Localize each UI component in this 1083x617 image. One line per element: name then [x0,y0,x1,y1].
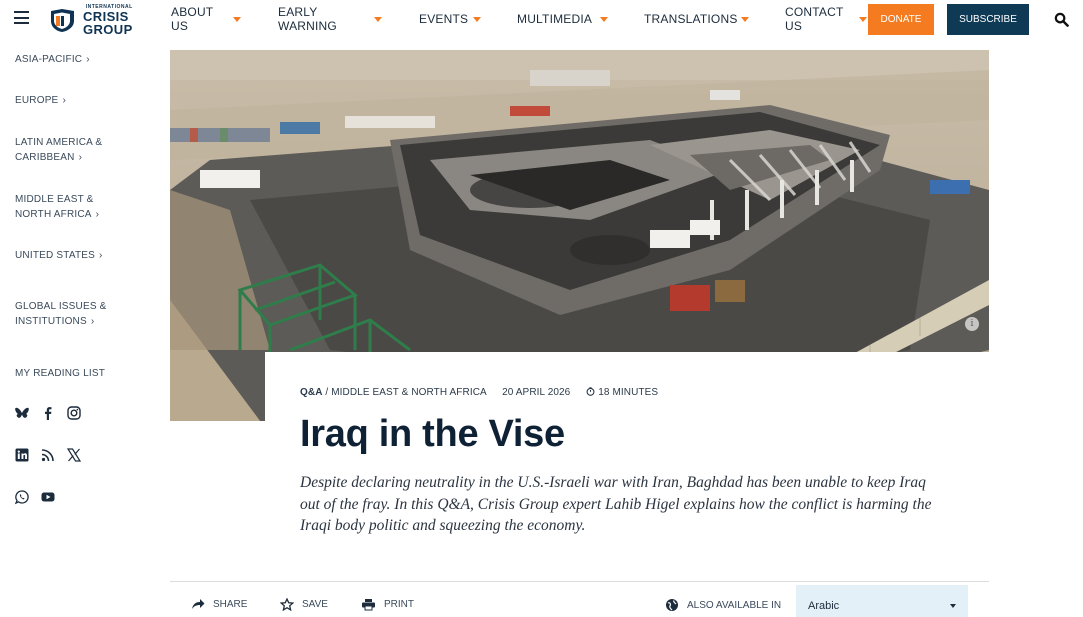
nav-multimedia-line1: MULTIMEDIA [517,12,593,26]
logo-wordmark: INTERNATIONAL CRISIS GROUP [83,4,133,37]
globe-icon [666,599,678,611]
nav-contact-us-line2: US [785,19,803,33]
nav-early-warning-line2: WARNING [278,19,337,33]
sidebar-item-label: EUROPE [15,95,59,106]
menu-icon[interactable] [14,11,29,24]
rss-icon[interactable] [40,447,56,463]
clock-icon [586,387,595,396]
my-reading-list-link[interactable]: MY READING LIST [15,366,105,381]
article-meta: Q&A / MIDDLE EAST & NORTH AFRICA 20 APRI… [300,387,658,398]
logo-line2: GROUP [83,21,133,37]
language-select[interactable]: Arabic [796,585,968,617]
sidebar-item-global-issues[interactable]: GLOBAL ISSUES & INSTITUTIONS › [15,299,107,329]
print-label: PRINT [384,599,414,610]
x-icon[interactable] [66,447,82,463]
sidebar-item-asia-pacific[interactable]: ASIA-PACIFIC › [15,52,90,67]
chevron-right-icon: › [90,316,95,327]
nav-contact-us[interactable]: CONTACT US [785,5,844,33]
sidebar-item-label: MIDDLE EAST & [15,194,94,205]
chevron-down-icon[interactable] [233,17,241,22]
nav-multimedia[interactable]: MULTIMEDIA [517,12,592,26]
language-selected-value: Arabic [808,600,840,612]
site-header: INTERNATIONAL CRISIS GROUP ABOUT US EARL… [0,0,1083,40]
chevron-right-icon: › [99,250,103,261]
also-available-text: ALSO AVAILABLE IN [687,599,782,611]
sidebar-item-label: UNITED STATES [15,250,96,261]
sidebar-item-label: GLOBAL ISSUES & [15,301,107,312]
read-time: 18 MINUTES [586,387,658,398]
article-date: 20 APRIL 2026 [502,387,571,398]
article-region[interactable]: MIDDLE EAST & NORTH AFRICA [331,387,486,398]
article-type[interactable]: Q&A [300,387,323,398]
nav-about-us[interactable]: ABOUT US [171,5,213,33]
chevron-right-icon: › [95,209,100,220]
share-button[interactable]: SHARE [191,598,247,610]
chevron-down-icon[interactable] [600,17,608,22]
print-button[interactable]: PRINT [361,598,414,611]
nav-events-line1: EVENTS [419,12,469,26]
sidebar-item-label: CARIBBEAN [15,152,75,163]
nav-translations-line1: TRANSLATIONS [644,12,738,26]
star-icon [280,598,294,611]
chevron-right-icon: › [62,95,66,106]
sidebar-item-label: NORTH AFRICA [15,209,92,220]
logo-mark-icon [51,9,74,32]
read-time-label: 18 MINUTES [598,387,659,398]
chevron-down-icon[interactable] [741,17,749,22]
facebook-icon[interactable] [40,405,56,421]
search-icon[interactable] [1054,12,1069,27]
nav-about-us-line1: ABOUT [171,5,214,19]
subscribe-button[interactable]: SUBSCRIBE [947,4,1029,35]
sidebar-item-europe[interactable]: EUROPE › [15,93,66,108]
linkedin-icon[interactable] [14,447,30,463]
save-button[interactable]: SAVE [280,598,328,611]
logo-line1: CRISIS [83,8,129,24]
sidebar-item-label: INSTITUTIONS [15,316,87,327]
whatsapp-icon[interactable] [14,489,30,505]
crisis-group-logo[interactable]: INTERNATIONAL CRISIS GROUP [48,4,133,37]
toolbar-divider [170,581,989,582]
also-available-label: ALSO AVAILABLE IN [665,598,781,612]
sidebar-item-latin-america[interactable]: LATIN AMERICA & CARIBBEAN › [15,135,102,165]
chevron-down-icon [950,604,956,608]
article-title: Iraq in the Vise [300,413,565,455]
chevron-right-icon: › [78,152,83,163]
nav-about-us-line2: US [171,19,189,33]
nav-events[interactable]: EVENTS [419,12,468,26]
nav-early-warning-line1: EARLY [278,5,318,19]
sidebar-item-label: LATIN AMERICA & [15,137,103,148]
chevron-down-icon[interactable] [859,17,867,22]
chevron-down-icon[interactable] [374,17,382,22]
article-summary: Despite declaring neutrality in the U.S.… [300,474,932,534]
nav-early-warning[interactable]: EARLY WARNING [278,5,337,33]
sidebar-item-middle-east[interactable]: MIDDLE EAST & NORTH AFRICA › [15,192,99,222]
save-label: SAVE [302,599,328,610]
chevron-right-icon: › [86,54,90,65]
article-card [265,352,989,570]
printer-icon [362,599,375,611]
bluesky-icon[interactable] [14,405,30,421]
meta-separator: / [325,387,329,398]
instagram-icon[interactable] [66,405,82,421]
nav-contact-us-line1: CONTACT [785,5,844,19]
nav-translations[interactable]: TRANSLATIONS [644,12,738,26]
share-icon [192,599,205,609]
donate-button[interactable]: DONATE [868,4,934,35]
share-label: SHARE [213,598,248,610]
youtube-icon[interactable] [40,489,56,505]
sidebar-item-label: ASIA-PACIFIC [15,54,83,65]
chevron-down-icon[interactable] [473,17,481,22]
sidebar-item-united-states[interactable]: UNITED STATES › [15,248,103,263]
image-info-icon[interactable]: i [965,317,979,331]
